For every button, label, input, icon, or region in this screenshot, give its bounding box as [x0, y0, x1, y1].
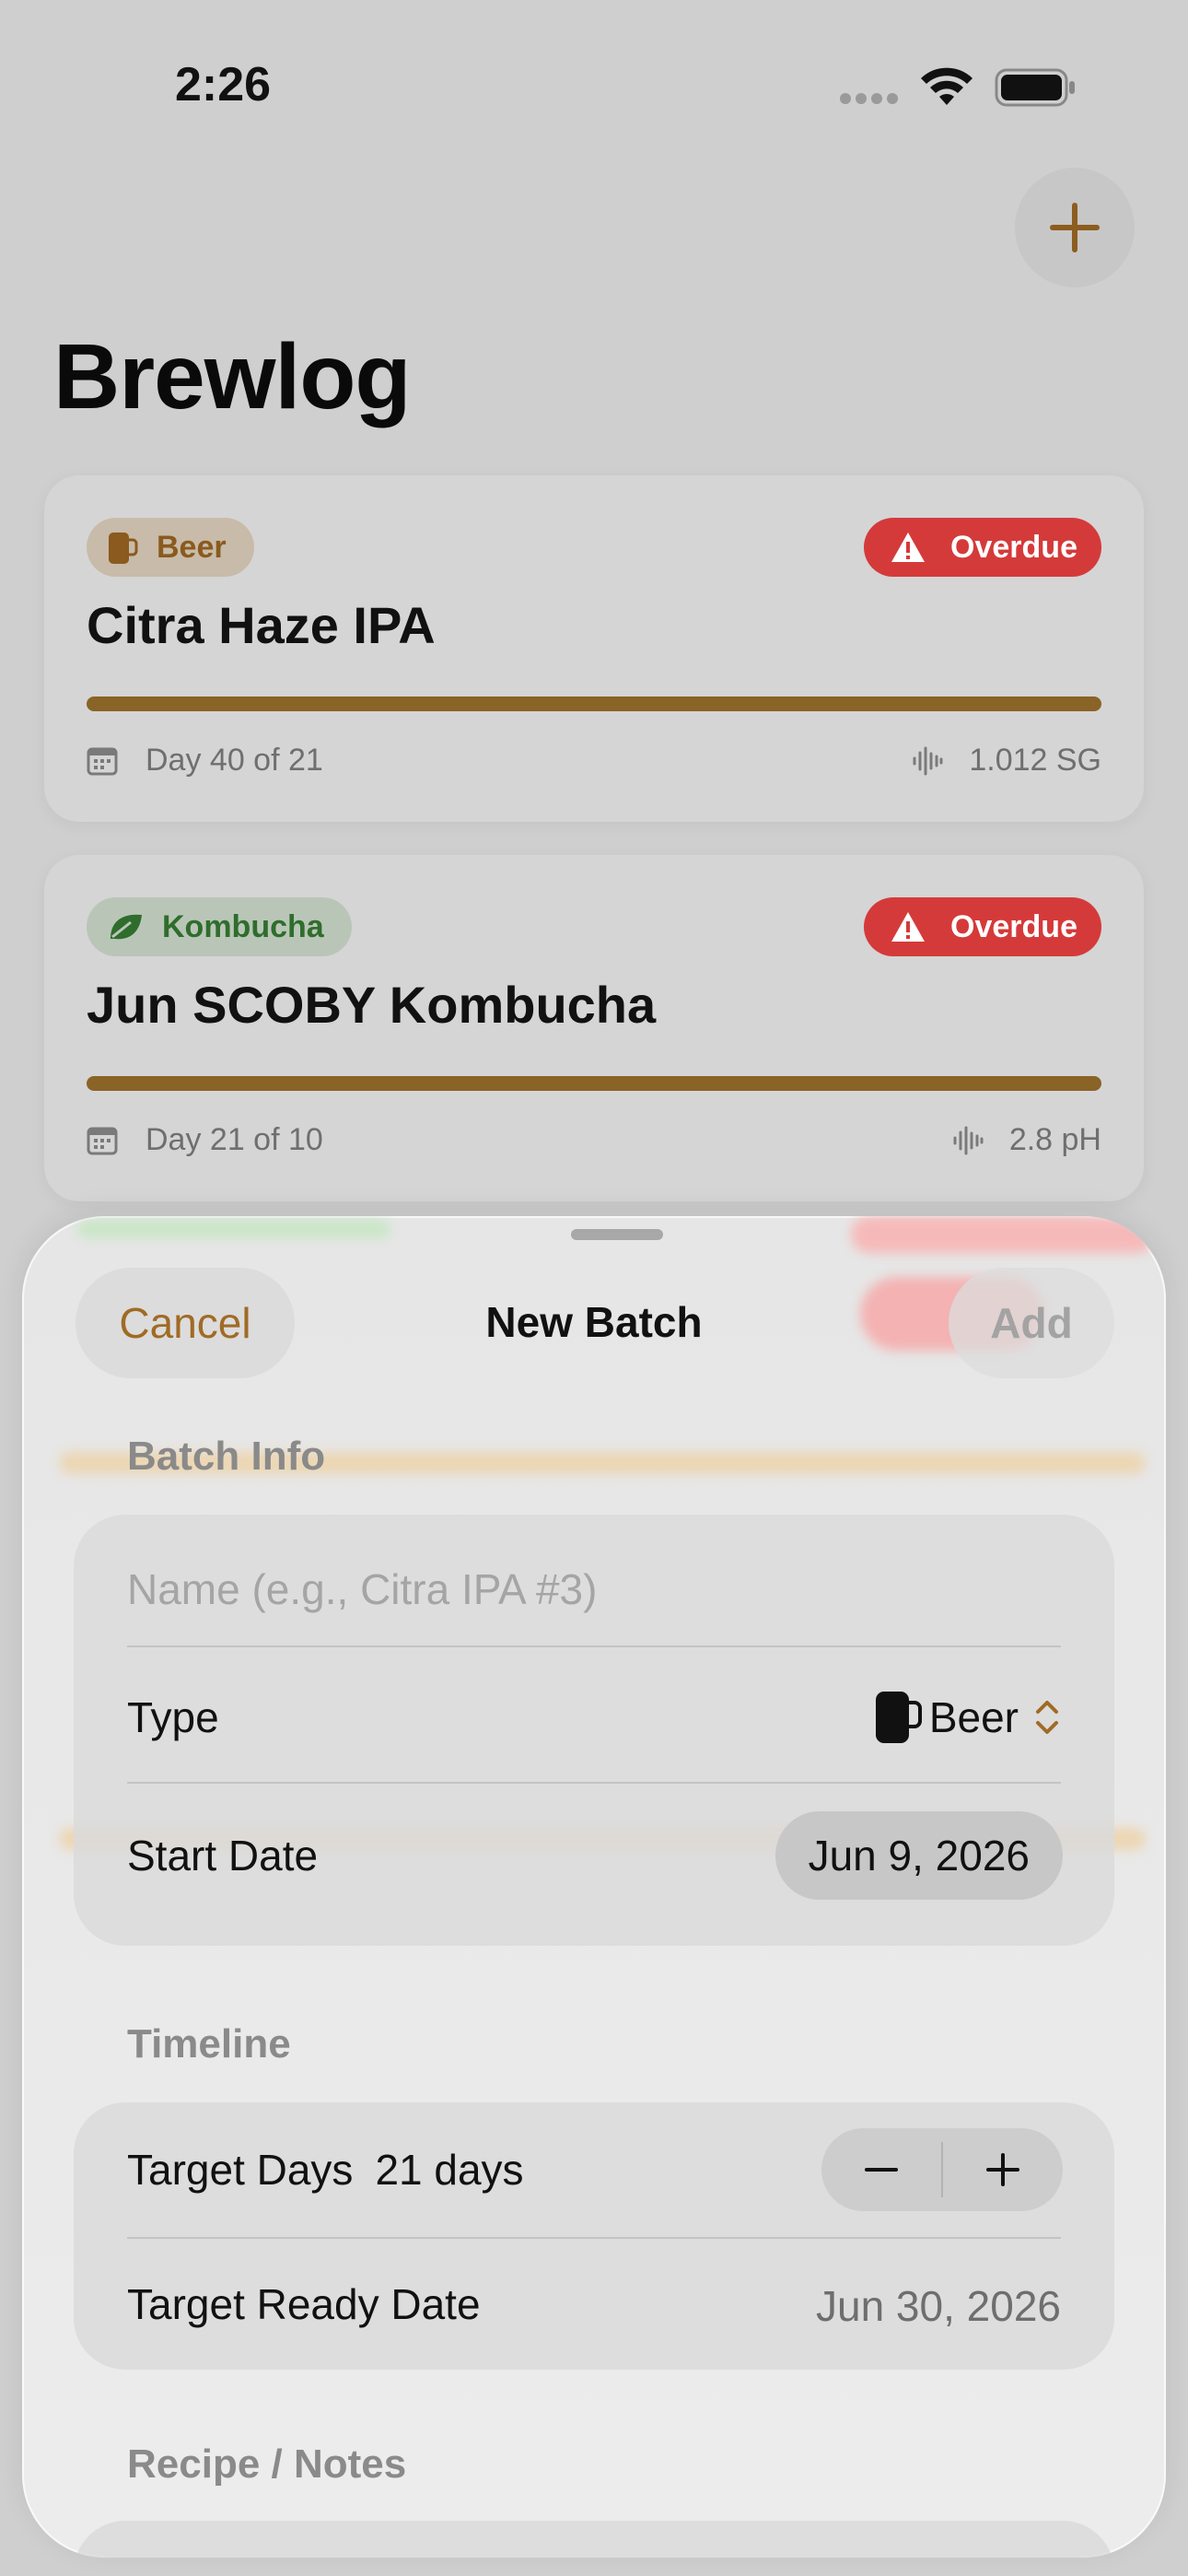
day-text: Day 21 of 10 — [146, 1122, 323, 1157]
progress-bar — [87, 1076, 1101, 1091]
target-days-label: Target Days — [127, 2146, 354, 2194]
target-days-stepper[interactable] — [821, 2128, 1063, 2211]
cellular-signal-icon — [840, 92, 904, 105]
batch-card[interactable]: Kombucha Overdue Jun SCOBY Kombucha Day … — [44, 855, 1144, 1201]
target-ready-label: Target Ready Date — [127, 2280, 481, 2328]
new-batch-sheet: Cancel New Batch Add Batch Info Name (e.… — [22, 1216, 1166, 2558]
status-label: Overdue — [950, 529, 1077, 565]
decrement-button[interactable] — [821, 2128, 941, 2211]
target-days-value: 21 days — [375, 2146, 524, 2194]
day-text: Day 40 of 21 — [146, 743, 323, 778]
leaf-icon — [111, 914, 142, 940]
section-header-notes: Recipe / Notes — [127, 2441, 407, 2487]
status-label: Overdue — [950, 908, 1077, 944]
batch-days: Day 40 of 21 — [87, 743, 323, 779]
batch-card[interactable]: Beer Overdue Citra Haze IPA Day 40 of 21 — [44, 475, 1144, 822]
type-badge: Kombucha — [87, 897, 352, 956]
type-label: Beer — [157, 529, 227, 565]
section-header-batch-info: Batch Info — [127, 1434, 326, 1479]
calendar-icon — [87, 747, 118, 775]
name-field[interactable]: Name (e.g., Citra IPA #3) — [127, 1551, 1061, 1627]
wifi-icon — [921, 67, 973, 105]
start-date-picker[interactable]: Jun 9, 2026 — [775, 1811, 1063, 1900]
type-label: Kombucha — [162, 908, 324, 944]
type-value: Beer — [928, 1693, 1019, 1741]
reading-text: 1.012 SG — [969, 743, 1101, 778]
timeline-group: Target Days 21 days Target Ready Date Ju… — [74, 2102, 1114, 2370]
batch-reading: 2.8 pH — [952, 1122, 1101, 1158]
divider — [127, 1782, 1061, 1784]
chevron-up-down-icon — [1036, 1701, 1058, 1734]
status-badge: Overdue — [864, 897, 1101, 956]
warning-icon — [891, 912, 926, 942]
divider — [127, 1645, 1061, 1647]
plus-icon — [1050, 203, 1100, 252]
calendar-icon — [87, 1127, 118, 1154]
mug-icon — [875, 1692, 922, 1743]
status-badge: Overdue — [864, 518, 1101, 577]
plus-icon — [986, 2153, 1019, 2186]
progress-bar — [87, 697, 1101, 711]
background-blur — [851, 1216, 1155, 1253]
batch-reading: 1.012 SG — [912, 743, 1101, 779]
section-header-timeline: Timeline — [127, 2021, 291, 2067]
waveform-icon — [953, 1126, 984, 1154]
background-blur — [77, 1220, 390, 1238]
name-placeholder: Name (e.g., Citra IPA #3) — [127, 1565, 598, 1613]
start-date-label: Start Date — [127, 1832, 319, 1879]
minus-icon — [865, 2168, 898, 2172]
type-label: Type — [127, 1693, 219, 1741]
warning-icon — [891, 533, 926, 562]
notes-group[interactable] — [74, 2521, 1114, 2558]
increment-button[interactable] — [943, 2128, 1063, 2211]
status-time: 2:26 — [175, 58, 272, 111]
add-batch-button[interactable] — [1015, 168, 1135, 287]
waveform-icon — [913, 746, 943, 775]
type-badge: Beer — [87, 518, 254, 577]
batch-name: Jun SCOBY Kombucha — [87, 976, 657, 1034]
type-picker[interactable]: Type Beer — [127, 1653, 1061, 1782]
sheet-grabber[interactable] — [571, 1229, 663, 1240]
mug-icon — [109, 533, 138, 564]
batch-info-group: Name (e.g., Citra IPA #3) Type Beer Star… — [74, 1515, 1114, 1946]
batch-name: Citra Haze IPA — [87, 596, 436, 654]
reading-text: 2.8 pH — [1008, 1122, 1101, 1157]
page-title: Brewlog — [53, 325, 411, 428]
add-button[interactable]: Add — [949, 1268, 1114, 1378]
batch-days: Day 21 of 10 — [87, 1122, 323, 1158]
battery-icon — [995, 68, 1075, 107]
target-ready-value: Jun 30, 2026 — [815, 2282, 1061, 2330]
